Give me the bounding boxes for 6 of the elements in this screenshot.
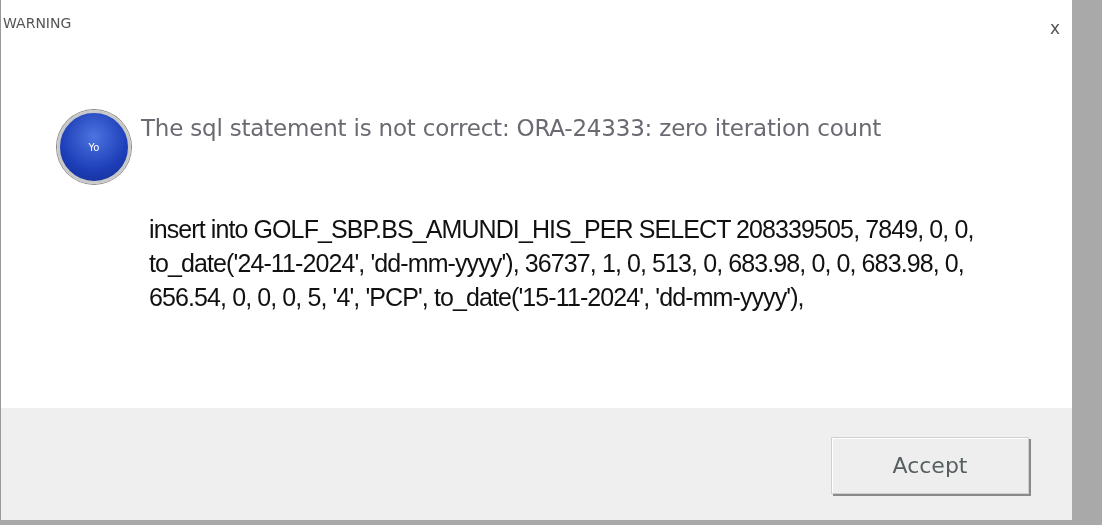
- close-button[interactable]: x: [1049, 18, 1060, 38]
- window-title: WARNING: [3, 15, 72, 31]
- sql-statement: insert into GOLF_SBP.BS_AMUNDI_HIS_PER SELECT 208339505, 7849, 0, 0, to_date('24-11-2024', 'dd-mm-yyyy'), 36737, 1, 0, 513, 0, 683.98, 0, 0, 683.98, 0, 656.54, 0, 0, 0, 5, '4', 'PCP', to_date('15-11-2024', 'dd-mm-yyyy'),: [149, 214, 975, 313]
- orb-icon: Yo: [57, 110, 131, 184]
- error-message: The sql statement is not correct: ORA-24333: zero iteration count: [141, 115, 882, 141]
- accept-button[interactable]: Accept: [831, 437, 1029, 494]
